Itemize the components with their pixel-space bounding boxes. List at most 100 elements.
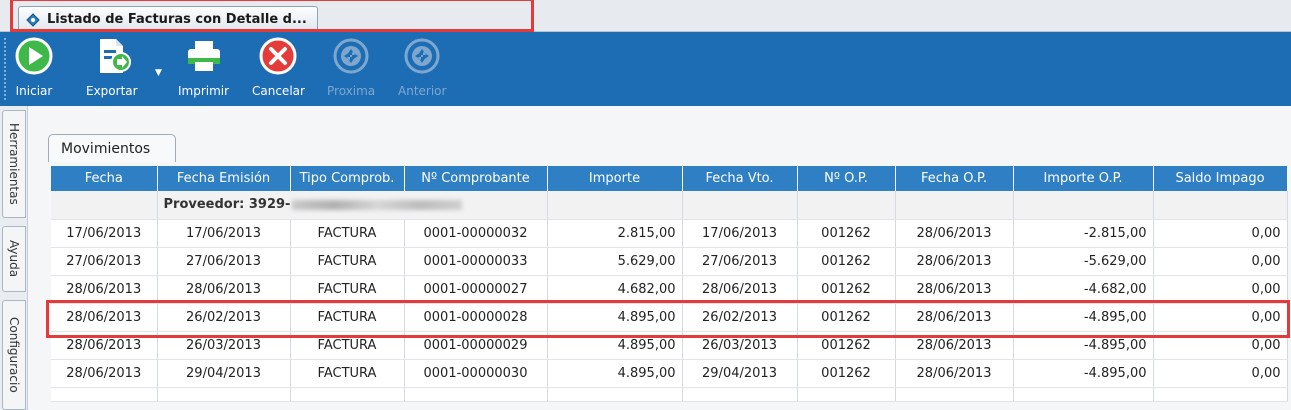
column-header[interactable]: Importe [547, 166, 683, 191]
window-tab-icon [26, 12, 40, 27]
cancel-icon [259, 37, 297, 75]
table-row[interactable]: 28/06/2013 26/02/2013 FACTURA 0001-00000… [51, 303, 1288, 332]
column-header[interactable]: Fecha Emisión [157, 166, 291, 191]
cell-importe-op: -4.895,00 [1013, 359, 1154, 388]
cell-fecha-vto: 27/06/2013 [682, 247, 798, 276]
column-header[interactable]: Fecha [51, 166, 158, 191]
column-header[interactable]: Nº O.P. [797, 166, 896, 191]
sidebar-tab-label: Ayuda [7, 240, 21, 278]
cell-tipo: FACTURA [290, 303, 405, 332]
cell-op: 001262 [797, 303, 896, 332]
cell-op: 001262 [797, 219, 896, 248]
main-panel: Movimientos Fecha Fecha Emisión Tipo Com… [28, 106, 1291, 410]
start-button-label: Iniciar [15, 84, 53, 98]
cell-numero: 0001-00000028 [404, 303, 548, 332]
cell-tipo: FACTURA [290, 359, 405, 388]
cell-op: 001262 [797, 275, 896, 304]
next-icon [333, 38, 369, 74]
sidebar-tab-herramientas[interactable]: Herramientas [2, 110, 26, 218]
cell-fecha: 27/06/2013 [51, 247, 158, 276]
sidebar-tab-ayuda[interactable]: Ayuda [2, 226, 26, 292]
table-row-partial[interactable] [51, 387, 1288, 402]
table-header-row: Fecha Fecha Emisión Tipo Comprob. Nº Com… [51, 166, 1288, 191]
cell-numero: 0001-00000033 [404, 247, 548, 276]
cell-fecha-op: 28/06/2013 [895, 331, 1014, 360]
cell-saldo: 0,00 [1153, 303, 1288, 332]
cell-op: 001262 [797, 247, 896, 276]
cell-fecha-op: 28/06/2013 [895, 247, 1014, 276]
cell-fecha-emision: 26/02/2013 [157, 303, 291, 332]
print-button-label: Imprimir [178, 84, 230, 98]
sidebar-tab-label: Configuracio [7, 317, 21, 393]
next-button-label: Proxima [327, 84, 376, 98]
table-row[interactable]: 28/06/2013 29/04/2013 FACTURA 0001-00000… [51, 359, 1288, 388]
cancel-button[interactable]: Cancelar [252, 36, 305, 102]
cell-op: 001262 [797, 359, 896, 388]
cell-fecha: 28/06/2013 [51, 331, 158, 360]
cell-fecha: 17/06/2013 [51, 219, 158, 248]
toolbar-grip[interactable] [4, 38, 7, 100]
toolbar: Iniciar Exportar ▼ Imprimir Cancelar Pro… [0, 32, 1291, 106]
cell-importe: 4.895,00 [547, 359, 683, 388]
table-row[interactable]: 28/06/2013 26/03/2013 FACTURA 0001-00000… [51, 331, 1288, 360]
cell-fecha-op: 28/06/2013 [895, 359, 1014, 388]
cell-importe-op: -4.895,00 [1013, 331, 1154, 360]
cell-op: 001262 [797, 331, 896, 360]
app-window: Listado de Facturas con Detalle d... Ini… [0, 0, 1291, 410]
print-button[interactable]: Imprimir [178, 36, 229, 102]
cell-saldo: 0,00 [1153, 359, 1288, 388]
invoice-table: Fecha Fecha Emisión Tipo Comprob. Nº Com… [51, 166, 1288, 402]
cell-tipo: FACTURA [290, 275, 405, 304]
cell-fecha-vto: 26/02/2013 [682, 303, 798, 332]
cell-importe: 4.682,00 [547, 275, 683, 304]
cell-fecha-emision: 29/04/2013 [157, 359, 291, 388]
cell-fecha-op: 28/06/2013 [895, 303, 1014, 332]
cell-saldo: 0,00 [1153, 219, 1288, 248]
cancel-button-label: Cancelar [252, 84, 305, 98]
export-dropdown-icon[interactable]: ▼ [155, 68, 162, 78]
next-button[interactable]: Proxima [327, 36, 375, 102]
column-header[interactable]: Saldo Impago [1153, 166, 1288, 191]
cell-importe-op: -4.682,00 [1013, 275, 1154, 304]
printer-icon [187, 41, 220, 71]
export-button-label: Exportar [86, 84, 138, 98]
cell-fecha: 28/06/2013 [51, 303, 158, 332]
document-tab[interactable]: Listado de Facturas con Detalle d... [18, 6, 318, 32]
previous-icon [404, 38, 440, 74]
previous-button[interactable]: Anterior [398, 36, 446, 102]
cell-tipo: FACTURA [290, 219, 405, 248]
cell-saldo: 0,00 [1153, 331, 1288, 360]
table-row[interactable]: 28/06/2013 28/06/2013 FACTURA 0001-00000… [51, 275, 1288, 304]
column-header[interactable]: Nº Comprobante [404, 166, 548, 191]
cell-fecha-op: 28/06/2013 [895, 219, 1014, 248]
cell-saldo: 0,00 [1153, 247, 1288, 276]
cell-fecha-vto: 17/06/2013 [682, 219, 798, 248]
cell-fecha: 28/06/2013 [51, 359, 158, 388]
start-button[interactable]: Iniciar [14, 36, 54, 102]
cell-fecha-emision: 27/06/2013 [157, 247, 291, 276]
table-row[interactable]: 17/06/2013 17/06/2013 FACTURA 0001-00000… [51, 219, 1288, 248]
table-row[interactable]: 27/06/2013 27/06/2013 FACTURA 0001-00000… [51, 247, 1288, 276]
cell-fecha: 28/06/2013 [51, 275, 158, 304]
export-button[interactable]: Exportar [86, 36, 138, 102]
cell-importe: 4.895,00 [547, 303, 683, 332]
column-header[interactable]: Fecha Vto. [682, 166, 798, 191]
play-icon [15, 37, 53, 75]
cell-saldo: 0,00 [1153, 275, 1288, 304]
sidebar-tab-label: Herramientas [7, 123, 21, 205]
cell-numero: 0001-00000032 [404, 219, 548, 248]
cell-tipo: FACTURA [290, 247, 405, 276]
column-header[interactable]: Fecha O.P. [895, 166, 1014, 191]
previous-button-label: Anterior [398, 84, 447, 98]
column-header[interactable]: Tipo Comprob. [290, 166, 405, 191]
tab-movimientos-label: Movimientos [61, 140, 151, 157]
column-header[interactable]: Importe O.P. [1013, 166, 1154, 191]
document-tab-strip: Listado de Facturas con Detalle d... [0, 0, 1291, 32]
group-row[interactable]: Proveedor: 3929- [51, 191, 1288, 220]
cell-tipo: FACTURA [290, 331, 405, 360]
cell-numero: 0001-00000030 [404, 359, 548, 388]
tab-movimientos[interactable]: Movimientos [48, 134, 176, 162]
sidebar-tab-configuracion[interactable]: Configuracio [2, 300, 26, 410]
cell-importe: 4.895,00 [547, 331, 683, 360]
cell-fecha-emision: 28/06/2013 [157, 275, 291, 304]
